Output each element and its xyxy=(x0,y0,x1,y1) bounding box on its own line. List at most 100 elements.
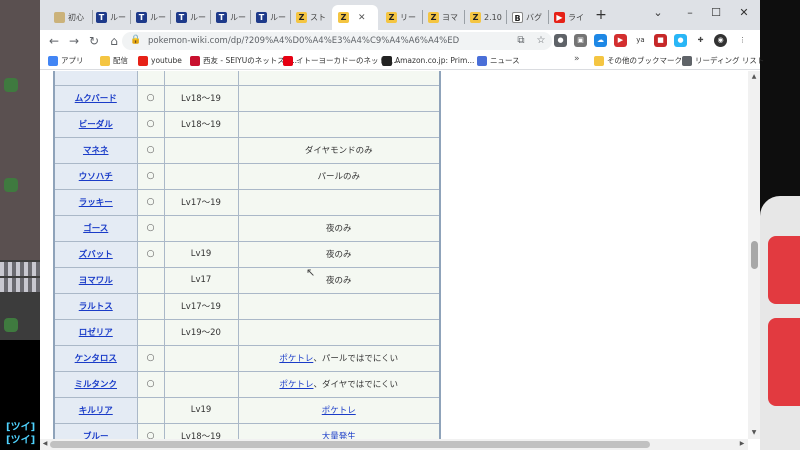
tab-11[interactable]: Z 2.10 xyxy=(464,5,506,30)
pokemon-link[interactable]: ビーダル xyxy=(79,120,113,130)
bookmark-item[interactable]: Amazon.co.jp: Prim... xyxy=(382,54,474,68)
tab-4[interactable]: T ルー xyxy=(170,5,210,30)
pokemon-link[interactable]: ヨマワル xyxy=(79,276,113,286)
note-link[interactable]: ポケトレ xyxy=(279,380,313,390)
close-window-button[interactable]: ✕ xyxy=(734,5,754,21)
level-cell xyxy=(163,370,239,398)
bookmark-folder[interactable]: リーディング リスト xyxy=(682,54,764,68)
tab-7[interactable]: Z スト xyxy=(290,5,332,30)
level-cell: Lv18～19 xyxy=(163,110,239,138)
menu-icon[interactable]: ⋮ xyxy=(736,34,749,47)
home-icon[interactable]: ⌂ xyxy=(106,33,122,49)
chevron-down-icon[interactable]: ⌄ xyxy=(648,5,668,21)
cloud-icon[interactable]: ☁ xyxy=(594,34,607,47)
note-cell: ダイヤモンドのみ xyxy=(237,136,441,164)
pokemon-name-cell: ゴース xyxy=(53,214,138,242)
tab-6[interactable]: T ルー xyxy=(250,5,290,30)
forward-icon[interactable]: → xyxy=(66,33,82,49)
pokemon-link[interactable]: ブルー xyxy=(83,432,109,439)
encounter-table: ムクバード ○ Lv18～19 ビーダル ○ Lv18～19 マネネ ○ ダイヤモンドのみ ウソハ… xyxy=(53,71,441,439)
extension-icon-1[interactable]: ● xyxy=(554,34,567,47)
pokemon-link[interactable]: ズバット xyxy=(79,250,113,260)
browser-toolbar: ← → ↻ ⌂ 🔒 pokemon-wiki.com/dp/?209%A4%D0… xyxy=(40,30,760,52)
note-link[interactable]: ポケトレ xyxy=(322,406,356,416)
extension-icon-6[interactable]: ■ xyxy=(654,34,667,47)
tab-3[interactable]: T ルー xyxy=(130,5,170,30)
bookmark-label: その他のブックマーク xyxy=(607,56,682,65)
pokemon-link[interactable]: マネネ xyxy=(83,146,109,156)
note-text: ダイヤモンドのみ xyxy=(304,146,373,156)
vertical-scrollbar[interactable]: ▲ ▼ xyxy=(748,71,760,439)
mark-cell: ○ xyxy=(136,214,165,242)
note-cell: 夜のみ xyxy=(237,266,441,294)
translate-icon[interactable]: ⧉ xyxy=(514,34,528,48)
bookmark-item[interactable]: 配信 xyxy=(100,54,128,68)
scrollbar-thumb[interactable] xyxy=(751,241,758,269)
mark-cell: ○ xyxy=(136,110,165,138)
puzzle-icon[interactable]: ✚ xyxy=(694,34,707,47)
pokemon-link[interactable]: ラッキー xyxy=(79,198,113,208)
bookmark-item[interactable]: ニュース xyxy=(477,54,520,68)
level-cell: Lv18～19 xyxy=(163,84,239,112)
close-icon[interactable]: ✕ xyxy=(358,13,366,23)
bookmark-label: ニュース xyxy=(490,56,520,65)
lock-icon[interactable]: 🔒 xyxy=(130,35,142,47)
pokemon-link[interactable]: ムクバード xyxy=(75,94,117,104)
game-background-right xyxy=(760,0,800,450)
pokemon-link[interactable]: ロゼリア xyxy=(79,328,113,338)
pokemon-link[interactable]: ラルトス xyxy=(79,302,113,312)
tab-8[interactable]: Z ✕ xyxy=(332,5,378,30)
reload-icon[interactable]: ↻ xyxy=(86,33,102,49)
pokemon-link[interactable]: キルリア xyxy=(79,406,113,416)
note-link[interactable]: 大量発生 xyxy=(322,432,356,439)
more-bookmarks-icon[interactable]: » xyxy=(574,54,580,64)
extension-icon-4[interactable]: ▶ xyxy=(614,34,627,47)
extension-icon-7[interactable]: ● xyxy=(674,34,687,47)
tab-strip: 初心 T ルー T ルー T ルー T ルー T ルー Z スト Z ✕ Z リー Z ヨマ Z 2.10 B バグ ▶ ライ … xyxy=(40,0,760,30)
note-text: 夜のみ xyxy=(325,276,352,286)
bookmark-folder[interactable]: その他のブックマーク xyxy=(594,54,682,68)
tab-title: ルー xyxy=(270,13,286,22)
tab-2[interactable]: T ルー xyxy=(90,5,130,30)
note-cell: ポケトレ、ダイヤではでにくい xyxy=(237,370,441,398)
scrollbar-thumb[interactable] xyxy=(50,441,650,448)
maximize-button[interactable]: ☐ xyxy=(706,5,726,21)
tab-13[interactable]: ▶ ライ xyxy=(548,5,590,30)
pokemon-link[interactable]: ケンタロス xyxy=(75,354,117,364)
address-bar[interactable]: 🔒 pokemon-wiki.com/dp/?209%A4%D0%A4%E3%A… xyxy=(122,32,552,50)
extension-icon-5[interactable]: ya xyxy=(634,34,647,47)
note-link[interactable]: ポケトレ xyxy=(279,354,313,364)
tab-10[interactable]: Z ヨマ xyxy=(422,5,464,30)
bookmark-item[interactable]: youtube xyxy=(138,54,182,68)
extension-icon-2[interactable]: ▣ xyxy=(574,34,587,47)
bookmark-icon xyxy=(283,56,293,66)
z-icon: Z xyxy=(296,12,307,23)
b-icon: B xyxy=(512,12,523,23)
pokemon-name-cell: マネネ xyxy=(53,136,138,164)
table-row: ケンタロス ○ ポケトレ、パールではでにくい xyxy=(53,344,441,372)
bookmark-star-icon[interactable]: ☆ xyxy=(534,34,548,48)
mouse-cursor-icon: ↖ xyxy=(306,266,316,279)
tab-9[interactable]: Z リー xyxy=(380,5,422,30)
minimize-button[interactable]: – xyxy=(680,5,700,21)
back-icon[interactable]: ← xyxy=(46,33,62,49)
bookmark-item[interactable]: アプリ xyxy=(48,54,84,68)
note-cell: 夜のみ xyxy=(237,214,441,242)
tab-5[interactable]: T ルー xyxy=(210,5,250,30)
pokemon-link[interactable]: ウソハチ xyxy=(79,172,113,182)
pokemon-link[interactable]: ミルタンク xyxy=(74,380,117,390)
tab-title: ルー xyxy=(190,13,206,22)
new-tab-button[interactable]: + xyxy=(594,8,608,22)
pokemon-name-cell: ビーダル xyxy=(53,110,138,138)
pokemon-link[interactable]: ゴース xyxy=(83,224,108,234)
note-cell: ポケトレ xyxy=(237,396,441,424)
t-icon: T xyxy=(216,12,227,23)
url-text[interactable]: pokemon-wiki.com/dp/?209%A4%D0%A4%E3%A4%… xyxy=(148,32,459,50)
game-background-left: [ツイ] [ツイ] xyxy=(0,0,40,450)
horizontal-scrollbar[interactable]: ◀ ▶ xyxy=(40,439,748,450)
tab-12[interactable]: B バグ xyxy=(506,5,548,30)
mark-cell xyxy=(136,396,165,424)
avatar[interactable]: ◉ xyxy=(714,34,727,47)
note-cell xyxy=(237,110,441,138)
tab-1[interactable]: 初心 xyxy=(48,5,92,30)
